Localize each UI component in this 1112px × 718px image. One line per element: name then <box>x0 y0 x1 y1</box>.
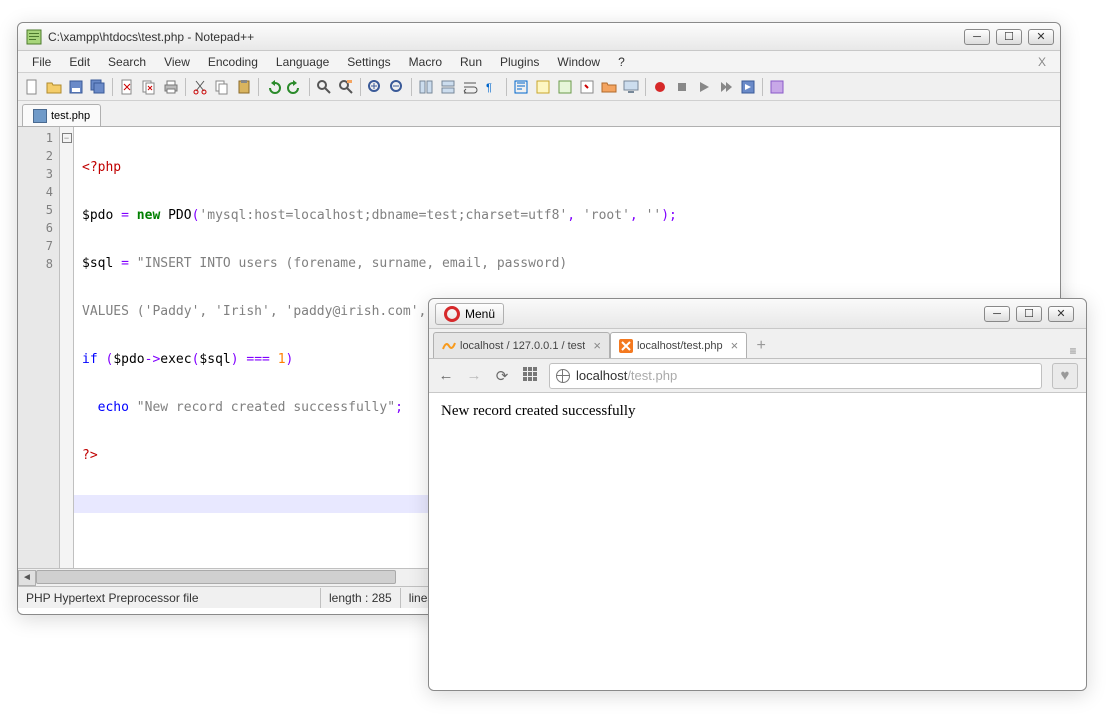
zoom-out-icon[interactable] <box>387 77 407 97</box>
find-icon[interactable] <box>314 77 334 97</box>
menu-encoding[interactable]: Encoding <box>200 53 266 71</box>
print-icon[interactable] <box>161 77 181 97</box>
menu-plugins[interactable]: Plugins <box>492 53 547 71</box>
function-list-icon[interactable] <box>577 77 597 97</box>
window-title: C:\xampp\htdocs\test.php - Notepad++ <box>48 30 964 44</box>
user-lang-icon[interactable] <box>533 77 553 97</box>
opera-logo-icon <box>444 306 460 322</box>
url-text: localhost/test.php <box>576 368 677 383</box>
file-tab-label: test.php <box>51 110 90 122</box>
toolbar-extra-icon[interactable] <box>767 77 787 97</box>
toolbar-icon[interactable]: ¶ <box>482 77 502 97</box>
file-tab-test-php[interactable]: test.php <box>22 104 101 126</box>
menu-bar: File Edit Search View Encoding Language … <box>18 51 1060 73</box>
tab-close-icon[interactable]: × <box>731 338 739 353</box>
browser-titlebar[interactable]: Menü ─ ☐ ✕ <box>429 299 1086 329</box>
browser-tab-testphp[interactable]: localhost/test.php × <box>610 332 747 358</box>
word-wrap-icon[interactable] <box>460 77 480 97</box>
svg-text:¶: ¶ <box>486 82 492 94</box>
copy-icon[interactable] <box>212 77 232 97</box>
doc-map-icon[interactable] <box>555 77 575 97</box>
menu-search[interactable]: Search <box>100 53 154 71</box>
record-macro-icon[interactable] <box>650 77 670 97</box>
forward-button[interactable]: → <box>465 367 483 384</box>
sync-h-icon[interactable] <box>438 77 458 97</box>
play-multi-icon[interactable] <box>716 77 736 97</box>
opera-browser-window: Menü ─ ☐ ✕ localhost / 127.0.0.1 / test … <box>428 298 1087 691</box>
close-file-icon[interactable] <box>117 77 137 97</box>
folder-icon[interactable] <box>599 77 619 97</box>
zoom-in-icon[interactable] <box>365 77 385 97</box>
url-input[interactable]: localhost/test.php <box>549 363 1042 389</box>
browser-close-button[interactable]: ✕ <box>1048 306 1074 322</box>
menu-macro[interactable]: Macro <box>401 53 450 71</box>
page-output-text: New record created successfully <box>441 403 636 419</box>
close-button[interactable]: ✕ <box>1028 29 1054 45</box>
browser-minimize-button[interactable]: ─ <box>984 306 1010 322</box>
notepad-app-icon <box>26 29 42 45</box>
address-bar: ← → ⟳ localhost/test.php ♥ <box>429 359 1086 393</box>
sync-v-icon[interactable] <box>416 77 436 97</box>
bookmark-heart-button[interactable]: ♥ <box>1052 363 1078 389</box>
browser-maximize-button[interactable]: ☐ <box>1016 306 1042 322</box>
open-file-icon[interactable] <box>44 77 64 97</box>
tab-overflow-icon[interactable]: ≡ <box>1064 344 1082 358</box>
menu-view[interactable]: View <box>156 53 198 71</box>
back-button[interactable]: ← <box>437 367 455 384</box>
panel-close-icon[interactable]: X <box>1030 55 1054 69</box>
xampp-favicon-icon <box>619 339 633 353</box>
cut-icon[interactable] <box>190 77 210 97</box>
scroll-left-icon[interactable]: ◄ <box>18 570 36 586</box>
toolbar: ¶ <box>18 73 1060 101</box>
scroll-thumb[interactable] <box>36 570 396 584</box>
new-tab-button[interactable]: + <box>747 334 775 358</box>
menu-help[interactable]: ? <box>610 53 633 71</box>
opera-menu-button[interactable]: Menü <box>435 303 504 325</box>
reload-button[interactable]: ⟳ <box>493 367 511 385</box>
fold-minus-icon[interactable]: − <box>62 133 72 143</box>
opera-menu-label: Menü <box>465 307 495 321</box>
status-language: PHP Hypertext Preprocessor file <box>26 588 321 608</box>
replace-icon[interactable] <box>336 77 356 97</box>
browser-tab-label: localhost/test.php <box>637 340 723 352</box>
play-macro-icon[interactable] <box>694 77 714 97</box>
menu-run[interactable]: Run <box>452 53 490 71</box>
paste-icon[interactable] <box>234 77 254 97</box>
menu-language[interactable]: Language <box>268 53 337 71</box>
browser-tab-bar: localhost / 127.0.0.1 / test × localhost… <box>429 329 1086 359</box>
globe-icon <box>556 369 570 383</box>
speed-dial-icon[interactable] <box>521 367 539 385</box>
menu-settings[interactable]: Settings <box>339 53 398 71</box>
save-icon[interactable] <box>66 77 86 97</box>
save-all-icon[interactable] <box>88 77 108 97</box>
maximize-button[interactable]: ☐ <box>996 29 1022 45</box>
phpmyadmin-favicon-icon <box>442 339 456 353</box>
browser-tab-label: localhost / 127.0.0.1 / test <box>460 340 585 352</box>
file-icon <box>33 109 47 123</box>
menu-window[interactable]: Window <box>549 53 608 71</box>
tab-close-icon[interactable]: × <box>593 338 601 353</box>
close-all-icon[interactable] <box>139 77 159 97</box>
monitor-icon[interactable] <box>621 77 641 97</box>
line-number-gutter: 1234 5678 <box>18 127 60 568</box>
new-file-icon[interactable] <box>22 77 42 97</box>
redo-icon[interactable] <box>285 77 305 97</box>
stop-macro-icon[interactable] <box>672 77 692 97</box>
status-length: length : 285 <box>321 588 401 608</box>
minimize-button[interactable]: ─ <box>964 29 990 45</box>
fold-gutter: − <box>60 127 74 568</box>
undo-icon[interactable] <box>263 77 283 97</box>
titlebar[interactable]: C:\xampp\htdocs\test.php - Notepad++ ─ ☐… <box>18 23 1060 51</box>
menu-edit[interactable]: Edit <box>61 53 98 71</box>
file-tab-bar: test.php <box>18 101 1060 126</box>
page-content: New record created successfully <box>429 393 1086 690</box>
menu-file[interactable]: File <box>24 53 59 71</box>
browser-tab-phpmyadmin[interactable]: localhost / 127.0.0.1 / test × <box>433 332 610 358</box>
indent-guide-icon[interactable] <box>511 77 531 97</box>
save-macro-icon[interactable] <box>738 77 758 97</box>
